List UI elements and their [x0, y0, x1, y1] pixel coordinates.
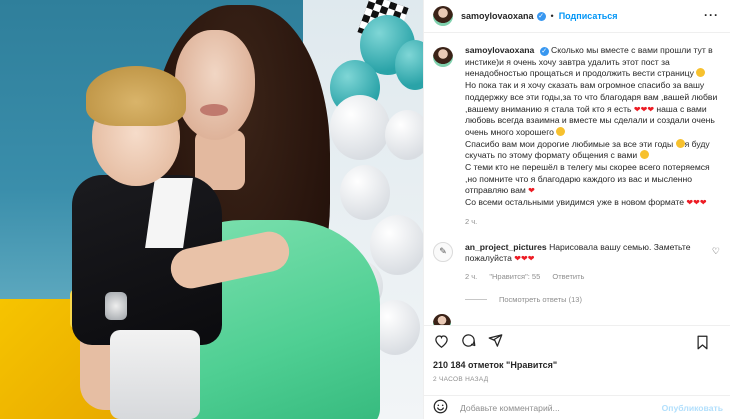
likes-count[interactable]: 210 184 отметок "Нравится": [433, 360, 557, 370]
heart-emoji-icon: ❤: [514, 254, 521, 264]
heart-emoji-icon: ❤: [699, 198, 707, 208]
avatar[interactable]: ✎: [433, 241, 453, 262]
avatar[interactable]: [433, 47, 453, 67]
photo-woman-face: [175, 30, 255, 140]
comment-icon[interactable]: [460, 333, 476, 349]
more-icon[interactable]: ···: [704, 8, 719, 22]
ok-hand-emoji-icon: [696, 68, 706, 78]
sad-emoji-icon: [639, 150, 649, 160]
post-side-panel: samoylovaoxana ✓ • Подписаться ··· samoy…: [423, 0, 730, 419]
post-username[interactable]: samoylovaoxana: [461, 11, 534, 21]
photo-boy-legs: [110, 330, 200, 419]
caption-time[interactable]: 2 ч.: [465, 216, 722, 228]
caption-part: Со всеми остальными увидимся уже в новом…: [465, 197, 687, 208]
post-header: samoylovaoxana ✓ • Подписаться ···: [424, 0, 730, 33]
photo-boy-hair: [86, 66, 186, 126]
pray-emoji-icon: [556, 126, 566, 136]
heart-emoji-icon: ❤: [693, 198, 700, 208]
bookmark-icon[interactable]: [694, 334, 710, 350]
view-replies-label: Посмотреть ответы (13): [499, 294, 582, 304]
heart-emoji-icon: ❤: [527, 254, 535, 264]
heart-emoji-icon: ❤: [633, 104, 641, 114]
comment-username[interactable]: an_project_pictures: [465, 242, 547, 252]
heart-icon[interactable]: [433, 333, 449, 349]
photo-woman-lips: [200, 104, 228, 116]
comment-like-heart-icon[interactable]: ♡: [712, 246, 720, 257]
photo-balloon: [385, 110, 423, 160]
comment-text: an_project_pictures Нарисовала вашу семь…: [465, 242, 705, 283]
verified-icon: ✓: [536, 11, 546, 21]
photo-balloon: [370, 215, 423, 275]
heart-emoji-icon: ❤: [647, 104, 655, 114]
list-item: ✎ an_project_pictures Нарисовала вашу се…: [433, 241, 722, 283]
avatar[interactable]: [433, 313, 451, 325]
caption-username[interactable]: samoylovaoxana: [465, 45, 534, 55]
follow-button[interactable]: Подписаться: [559, 11, 618, 21]
caption-part: С теми кто не перешёл в телегу мы скорее…: [465, 162, 710, 196]
hug-emoji-icon: [675, 138, 685, 148]
heart-emoji-icon: ❤: [521, 254, 528, 264]
action-bar: [424, 325, 730, 355]
post-photo[interactable]: [0, 0, 423, 419]
smile-icon[interactable]: [433, 399, 448, 416]
caption: samoylovaoxana ✓ Сколько мы вместе с вам…: [433, 45, 722, 228]
share-icon[interactable]: [487, 333, 503, 349]
caption-part: Спасибо вам мои дорогие любимые за все э…: [465, 138, 676, 149]
posted-time[interactable]: 2 ЧАСОВ НАЗАД: [433, 376, 488, 383]
header-separator: •: [550, 11, 554, 21]
view-replies-button[interactable]: Посмотреть ответы (13): [465, 295, 722, 304]
caption-text: samoylovaoxana ✓ Сколько мы вместе с вам…: [465, 45, 722, 228]
reply-button[interactable]: Ответить: [552, 272, 584, 281]
replies-divider: [465, 298, 487, 300]
instagram-post-modal: samoylovaoxana ✓ • Подписаться ··· samoy…: [0, 0, 730, 419]
comment-meta: 2 ч. "Нравится": 55 Ответить: [465, 271, 705, 283]
comment-input[interactable]: [460, 402, 670, 413]
comment-time[interactable]: 2 ч.: [465, 272, 477, 281]
heart-emoji-icon: ❤: [528, 186, 535, 196]
photo-balloon: [330, 95, 390, 160]
avatar[interactable]: [433, 6, 453, 26]
photo-balloon: [340, 165, 390, 220]
photo-watch: [105, 292, 127, 320]
add-comment-bar: Опубликовать: [424, 395, 730, 419]
verified-icon: ✓: [539, 47, 549, 56]
comment-likes[interactable]: "Нравится": 55: [489, 272, 540, 281]
publish-button[interactable]: Опубликовать: [662, 403, 723, 413]
list-item: [433, 313, 722, 325]
comments-list[interactable]: samoylovaoxana ✓ Сколько мы вместе с вам…: [424, 33, 730, 325]
